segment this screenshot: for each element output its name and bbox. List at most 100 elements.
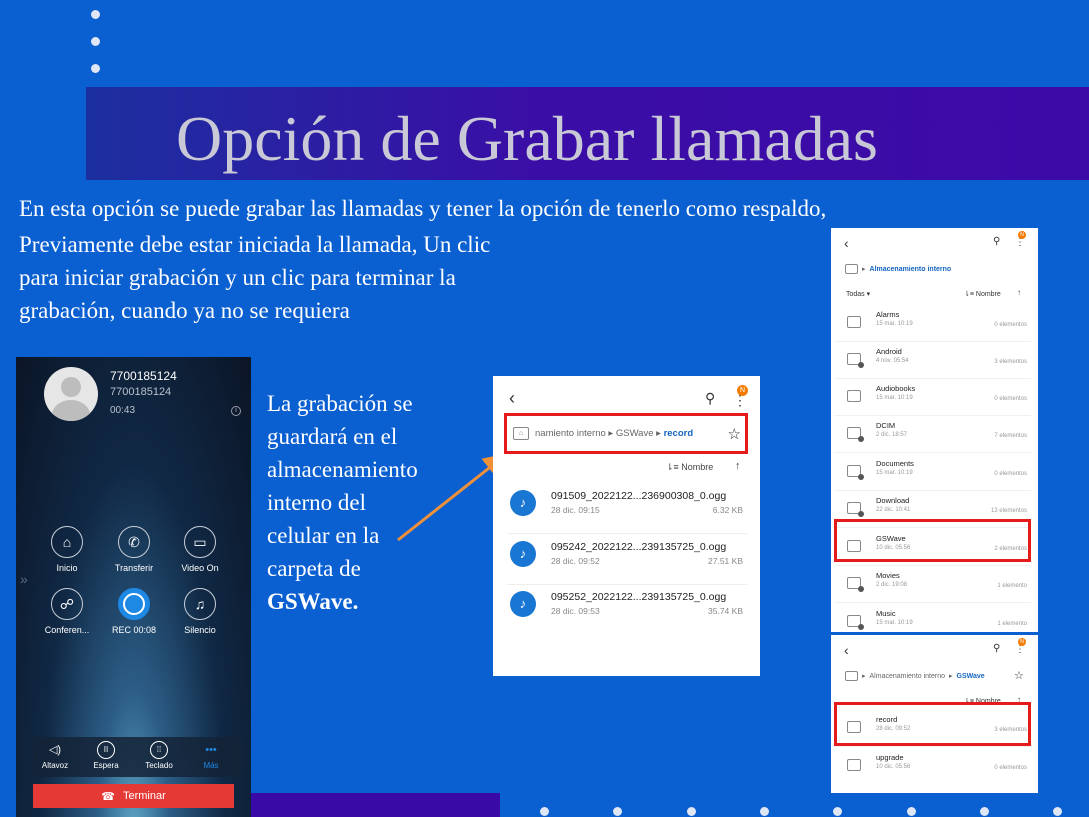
folder-count: 0 elementos (994, 765, 1027, 771)
breadcrumb-prefix[interactable]: namiento interno (535, 428, 606, 439)
folder-icon (847, 759, 861, 771)
audio-file-icon: ♪ (510, 541, 536, 567)
folder-count: 1 elemento (997, 583, 1027, 589)
folder-row[interactable]: Alarms 15 mar. 10:19 0 elementos (835, 305, 1031, 342)
file-size: 35.74 KB (708, 606, 743, 616)
sort-direction-icon[interactable]: ↑ (735, 460, 741, 472)
call-toolbar: ◁) Altavoz II Espera ⁞⁞ Teclado ••• Más (33, 737, 241, 777)
more-icon: ••• (205, 744, 217, 756)
keypad-icon: ⁞⁞ (150, 741, 168, 759)
call-duration: 00:43 (110, 405, 136, 416)
video-button[interactable]: ▭ Video On (170, 526, 230, 573)
breadcrumb: ⌂ namiento interno ▸ GSWave ▸ record ☆ (504, 413, 748, 454)
storage-note-folder: GSWave. (267, 589, 359, 614)
bullet-dot (1053, 807, 1062, 816)
breadcrumb-separator-icon: ▸ (605, 428, 616, 439)
sort-button[interactable]: ⇂≡ Nombre (964, 290, 1001, 298)
folder-name: upgrade (876, 753, 904, 762)
breadcrumb: ▸ Almacenamiento interno (845, 264, 951, 274)
folder-row[interactable]: Music 15 mar. 10:19 1 elemento (835, 604, 1031, 632)
info-icon[interactable]: i (231, 406, 241, 416)
file-size: 27.51 KB (708, 556, 743, 566)
hold-button[interactable]: II Espera (86, 741, 126, 770)
sort-label: Nombre (975, 291, 1001, 298)
keypad-button[interactable]: ⁞⁞ Teclado (139, 741, 179, 770)
hangup-button[interactable]: ☎ Terminar (33, 784, 234, 808)
home-button[interactable]: ⌂ Inicio (37, 526, 97, 573)
gswave-highlight-box (834, 519, 1031, 562)
search-icon[interactable]: ⚲ (993, 236, 1000, 247)
breadcrumb-folder[interactable]: GSWave (616, 428, 654, 439)
folder-count: 7 elementos (994, 433, 1027, 439)
file-row[interactable]: ♪ 095242_2022122...239135725_0.ogg 28 di… (507, 537, 747, 585)
storage-panel: ‹ ⚲ ⋮ N ▸ Almacenamiento interno Todas ▾… (831, 228, 1038, 632)
more-button[interactable]: ••• Más (191, 741, 231, 770)
bullet-dot (91, 64, 100, 73)
file-date: 28 dic. 09:52 (551, 556, 600, 566)
filter-dropdown[interactable]: Todas ▾ (846, 290, 870, 298)
folder-row[interactable]: DCIM 2 dic. 18:57 7 elementos (835, 416, 1031, 453)
home-folder-icon[interactable] (845, 671, 858, 681)
breadcrumb-separator-icon: ▸ (862, 673, 866, 680)
mute-label: Silencio (184, 625, 216, 635)
mute-button[interactable]: ♫ Silencio (170, 588, 230, 635)
star-icon[interactable]: ☆ (1014, 669, 1024, 682)
speaker-label: Altavoz (41, 761, 69, 770)
notification-badge: N (1018, 231, 1026, 239)
folder-row[interactable]: Audiobooks 15 mar. 10:19 0 elementos (835, 379, 1031, 416)
folder-icon (847, 577, 864, 592)
notification-badge: N (737, 385, 748, 396)
folder-row[interactable]: upgrade 10 dic. 05:56 0 elementos (835, 748, 1031, 785)
breadcrumb-separator-icon: ▸ (653, 428, 664, 439)
search-icon[interactable]: ⚲ (993, 643, 1000, 654)
transfer-icon: ✆ (118, 526, 150, 558)
file-name: 095252_2022122...239135725_0.ogg (551, 591, 727, 603)
intro-line: En esta opción se puede grabar las llama… (19, 196, 827, 221)
sort-button[interactable]: ⇂≡ Nombre (666, 462, 713, 473)
star-icon[interactable]: ☆ (728, 425, 741, 443)
transfer-button[interactable]: ✆ Transferir (104, 526, 164, 573)
folder-date: 10 dic. 05:56 (876, 764, 911, 770)
file-row[interactable]: ♪ 095252_2022122...239135725_0.ogg 28 di… (507, 587, 747, 635)
folder-row[interactable]: Movies 2 dic. 19:08 1 elemento (835, 566, 1031, 603)
conference-button[interactable]: ☍ Conferen... (37, 588, 97, 635)
folder-name: Download (876, 496, 910, 505)
breadcrumb-separator-icon: ▸ (949, 673, 953, 680)
breadcrumb-separator-icon: ▸ (862, 266, 866, 273)
conference-label: Conferen... (44, 625, 90, 635)
speaker-button[interactable]: ◁) Altavoz (35, 741, 75, 770)
search-icon[interactable]: ⚲ (705, 390, 715, 407)
bullet-dot (980, 807, 989, 816)
folder-name: DCIM (876, 421, 896, 430)
folder-count: 0 elementos (994, 322, 1027, 328)
home-folder-icon[interactable]: ⌂ (513, 427, 529, 440)
folder-icon (847, 353, 864, 368)
folder-date: 15 mar. 10:19 (876, 470, 913, 476)
breadcrumb-prefix[interactable]: Almacenamiento interno (870, 673, 946, 680)
bullet-dot (613, 807, 622, 816)
file-row[interactable]: ♪ 091509_2022122...236900308_0.ogg 28 di… (507, 486, 747, 534)
storage-note-text: La grabación se guardará en el almacenam… (267, 391, 418, 581)
home-folder-icon[interactable] (845, 264, 858, 274)
bullet-dot (760, 807, 769, 816)
double-chevron-icon[interactable]: » (20, 571, 28, 587)
folder-icon (847, 390, 861, 402)
folder-icon (847, 465, 864, 480)
file-name: 091509_2022122...236900308_0.ogg (551, 490, 727, 502)
back-arrow-icon[interactable]: ‹ (509, 388, 515, 409)
folder-count: 1 elemento (997, 621, 1027, 627)
bullet-dot (91, 37, 100, 46)
home-label: Inicio (56, 563, 78, 573)
folder-date: 4 nov. 05:54 (876, 358, 909, 364)
record-button[interactable]: REC 00:08 (104, 588, 164, 635)
audio-file-icon: ♪ (510, 591, 536, 617)
sort-direction-icon[interactable]: ↑ (1017, 288, 1021, 297)
storage-note: La grabación se guardará en el almacenam… (267, 387, 422, 618)
folder-date: 15 mar. 10:19 (876, 395, 913, 401)
folder-row[interactable]: Documents 15 mar. 10:19 0 elementos (835, 454, 1031, 491)
back-arrow-icon[interactable]: ‹ (844, 235, 849, 251)
folder-row[interactable]: Android 4 nov. 05:54 3 elementos (835, 342, 1031, 379)
file-size: 6.32 KB (712, 505, 743, 515)
instruction-paragraph: Previamente debe estar iniciada la llama… (19, 232, 491, 323)
back-arrow-icon[interactable]: ‹ (844, 642, 849, 658)
